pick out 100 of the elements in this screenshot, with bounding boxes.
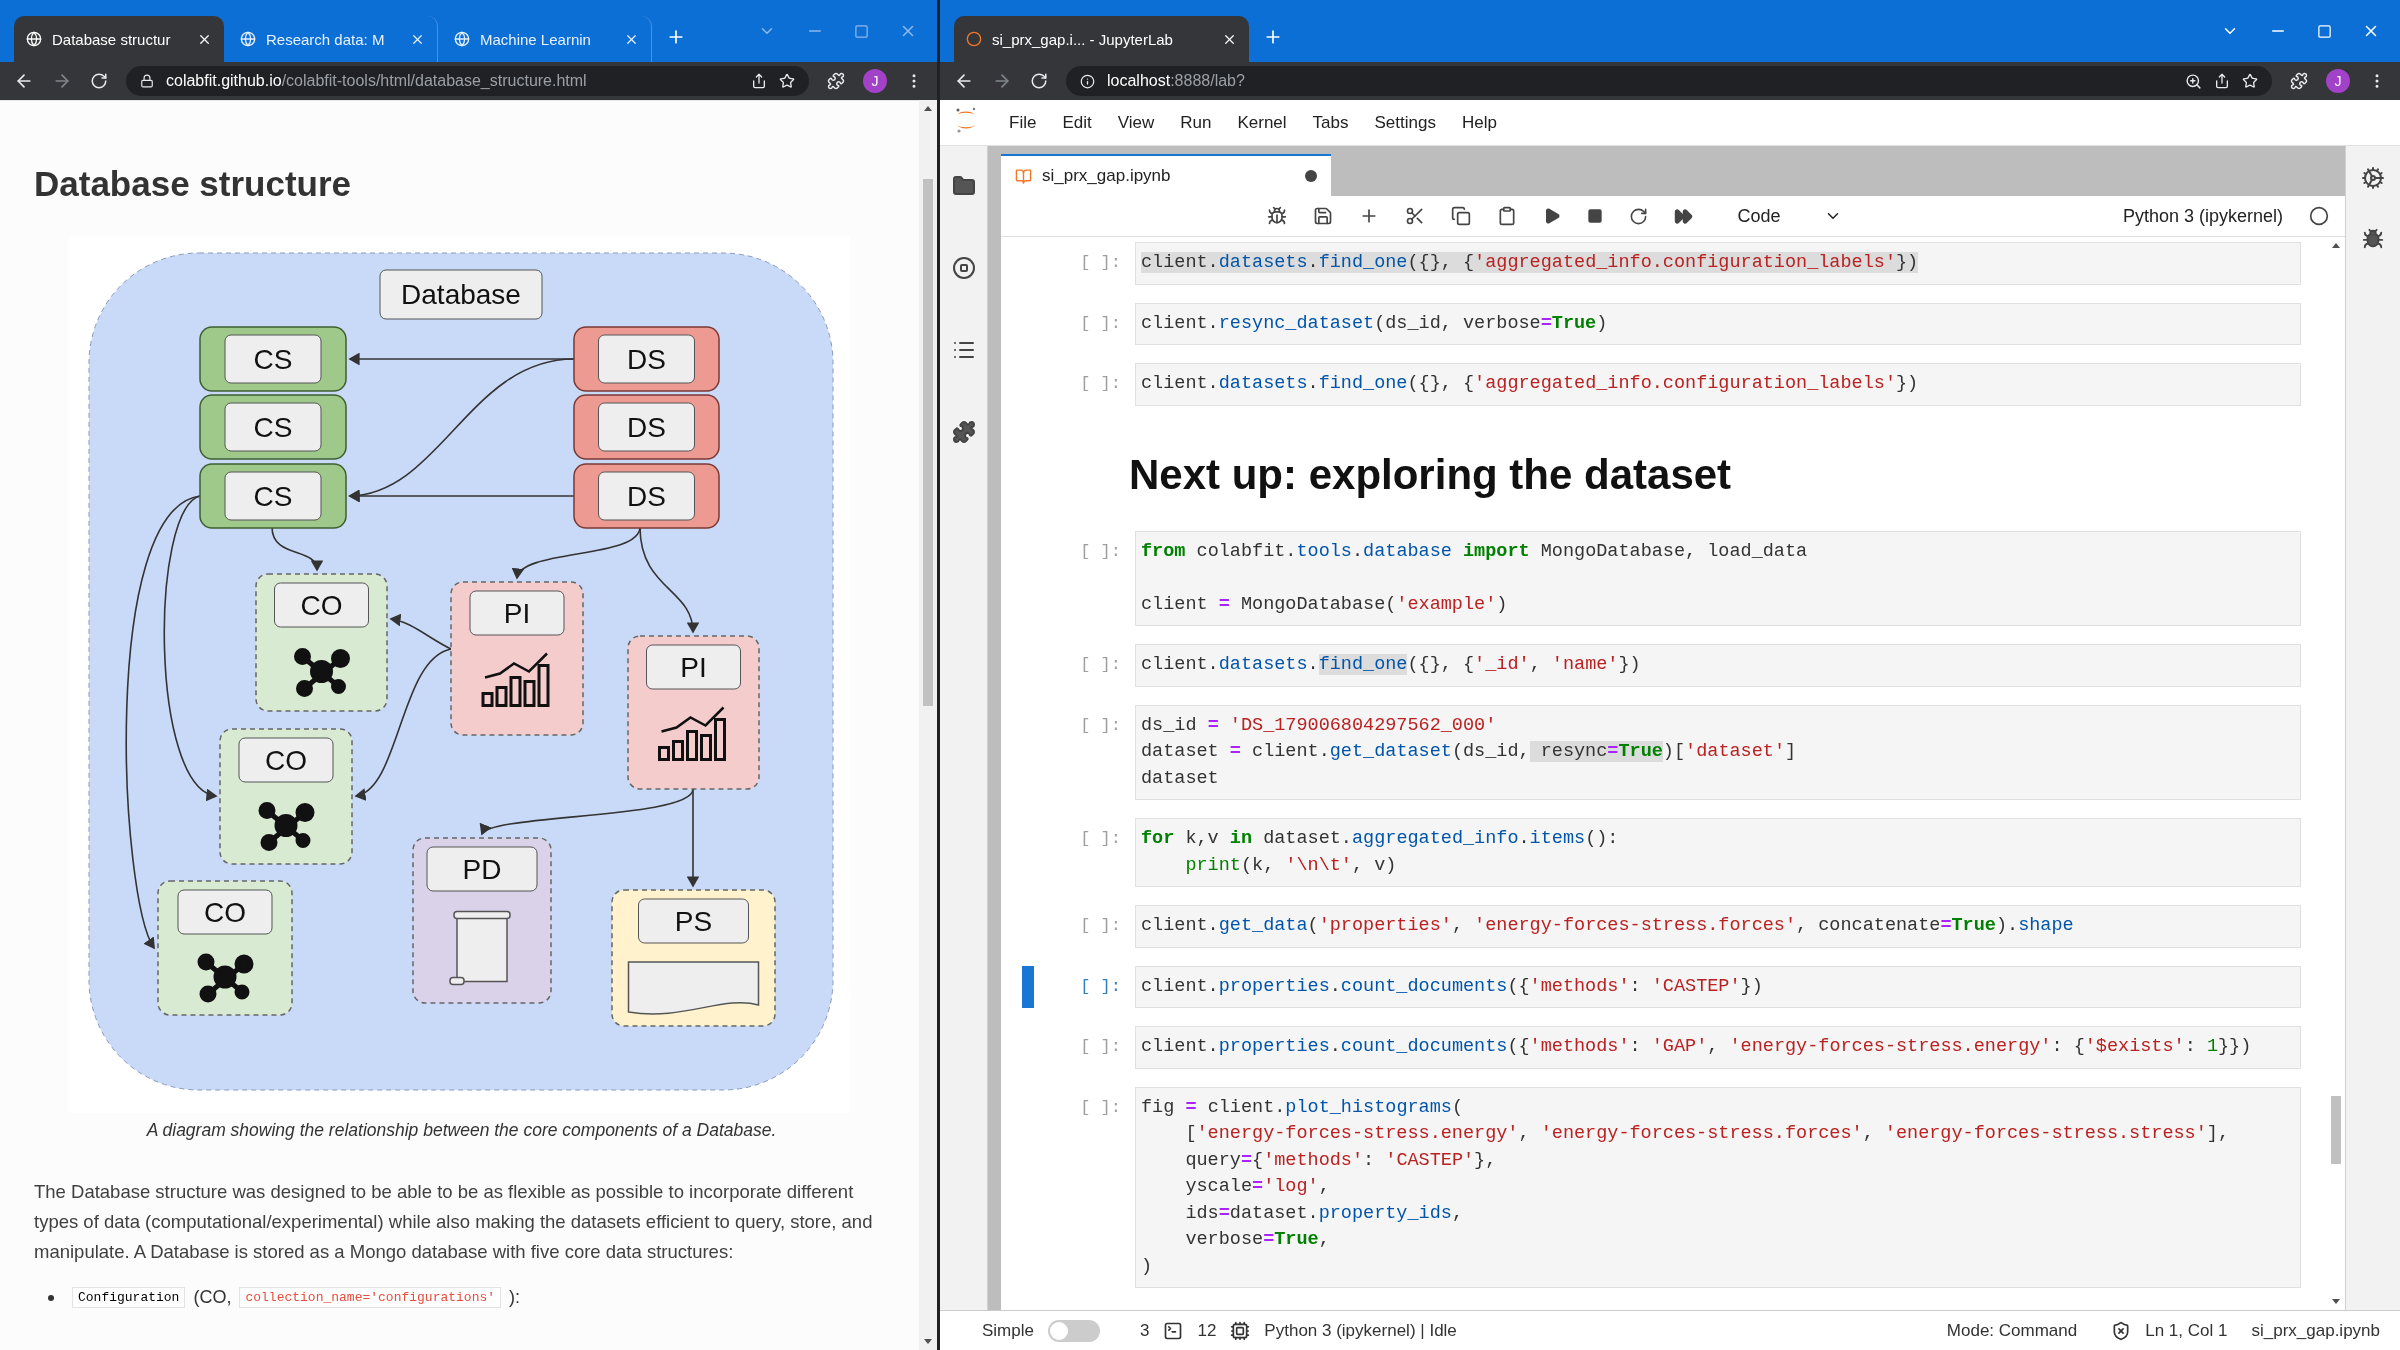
code-line: from colabfit.tools.database import MongoDatabase, load_data: [1141, 539, 1809, 564]
molecule-icon: [197, 953, 254, 1003]
code-line: verbose=True,: [1184, 1228, 1331, 1252]
menu-item[interactable]: View: [1106, 106, 1166, 139]
extensions-icon[interactable]: [827, 72, 845, 90]
node-label: CO: [238, 737, 334, 783]
stop-icon[interactable]: [1587, 208, 1604, 224]
bullet-text: ):: [509, 1287, 521, 1308]
cell-prompt: [ ]:: [1079, 654, 1122, 676]
menu-item[interactable]: Tabs: [1301, 106, 1360, 139]
address-bar[interactable]: colabfit.github.io/colabfit-tools/html/database_structure.html: [126, 66, 809, 96]
save-icon[interactable]: [1313, 206, 1334, 226]
code-cell[interactable]: client.datasets.find_one({}, {'aggregated_info.configuration_labels'}): [1135, 363, 2301, 406]
code-line: client.properties.count_documents({'methods': 'CASTEP'}): [1141, 974, 1764, 999]
code-line: dataset: [1141, 766, 1220, 791]
scrollbar-thumb[interactable]: [2331, 1096, 2341, 1164]
kernel-status[interactable]: Python 3 (ipykernel) | Idle: [1264, 1320, 1457, 1341]
paste-icon[interactable]: [1497, 206, 1518, 226]
simple-mode-toggle[interactable]: [1047, 1319, 1100, 1342]
node-label: DS: [598, 402, 695, 452]
code-line: for k,v in dataset.aggregated_info.items():: [1141, 827, 1620, 851]
code-line: client.get_data('properties', 'energy-forces-stress.forces', concatenate=True).shape: [1141, 914, 2075, 938]
terminal-icon[interactable]: [1163, 1320, 1184, 1341]
profile-avatar[interactable]: J: [2326, 69, 2350, 93]
shield-icon[interactable]: [2111, 1320, 2132, 1341]
code-cell[interactable]: client.resync_dataset(ds_id, verbose=True): [1135, 302, 2301, 345]
molecule-icon: [258, 802, 315, 851]
node-label: PD: [426, 846, 538, 892]
inline-code: collection_name='configurations': [239, 1287, 502, 1308]
menu-item[interactable]: Help: [1450, 106, 1508, 139]
fast-forward-icon[interactable]: [1674, 206, 1694, 226]
inline-code: Configuration: [72, 1287, 186, 1308]
menu-item[interactable]: Kernel: [1226, 106, 1298, 139]
scroll-down-icon[interactable]: [2332, 1299, 2340, 1304]
code-cell[interactable]: client.properties.count_documents({'methods': 'CASTEP'}): [1135, 965, 2301, 1008]
code-cell[interactable]: [1135, 1086, 2301, 1288]
copy-icon[interactable]: [1451, 206, 1472, 226]
share-icon[interactable]: [751, 73, 767, 89]
file-name: si_prx_gap.ipynb: [2251, 1320, 2380, 1341]
bookmark-star-icon[interactable]: [779, 73, 795, 89]
code-line: client.datasets.find_one({}, {'_id', 'name'}): [1141, 653, 1642, 677]
code-line: yscale='log',: [1184, 1175, 1331, 1199]
cell-prompt: [ ]:: [1079, 373, 1122, 395]
kernel-name[interactable]: Python 3 (ipykernel): [2122, 205, 2283, 227]
menu-item[interactable]: File: [998, 106, 1048, 139]
simple-mode-label: Simple: [982, 1320, 1034, 1341]
menu-item[interactable]: Edit: [1051, 106, 1103, 139]
reload-icon[interactable]: [90, 72, 108, 90]
profile-avatar[interactable]: J: [863, 69, 887, 93]
browser-tab[interactable]: si_prx_gap.i... - JupyterLab: [954, 16, 1249, 62]
code-line: fig = client.plot_histograms(: [1141, 1095, 1464, 1120]
node-label: DS: [598, 334, 695, 384]
run-icon[interactable]: [1543, 207, 1562, 225]
folder-icon[interactable]: [951, 174, 976, 198]
scrollbar-thumb[interactable]: [923, 179, 933, 706]
address-bar[interactable]: localhost:8888/lab?: [1066, 66, 2272, 96]
cell-prompt: [ ]:: [1079, 714, 1122, 737]
extension-icon[interactable]: [951, 420, 976, 444]
menu-item[interactable]: Run: [1169, 106, 1223, 139]
node-label: PI: [469, 590, 565, 636]
code-cell[interactable]: from colabfit.tools.database import MongoDatabase, load_data client = MongoDatabase('example'): [1135, 530, 2301, 626]
scroll-down-icon[interactable]: [924, 1339, 932, 1344]
chip-icon[interactable]: [1230, 1320, 1251, 1341]
cell-prompt: [ ]:: [1079, 828, 1122, 850]
code-line: client.properties.count_documents({'methods': 'GAP', 'energy-forces-stress.energy': {'$exists': 1}}): [1141, 1035, 2253, 1059]
code-cell[interactable]: client.datasets.find_one({}, {'_id', 'name'}): [1135, 644, 2301, 687]
code-cell[interactable]: client.properties.count_documents({'methods': 'GAP', 'energy-forces-stress.energy': {'$exists': 1}}): [1135, 1026, 2301, 1069]
node-label: PS: [638, 898, 749, 944]
cell-type-dropdown[interactable]: Code: [1731, 203, 1849, 229]
node-label: DS: [598, 471, 695, 521]
scroll-up-icon[interactable]: [2332, 243, 2340, 248]
bullet-text: (CO,: [193, 1287, 232, 1308]
code-cell[interactable]: for k,v in dataset.aggregated_info.items(): print(k, '\n\t', v): [1135, 818, 2301, 887]
node-label: CO: [274, 582, 369, 628]
bug-icon[interactable]: [2362, 228, 2384, 250]
zoom-icon[interactable]: [2185, 72, 2202, 90]
code-cell[interactable]: client.get_data('properties', 'energy-forces-stress.forces', concatenate=True).shape: [1135, 905, 2301, 948]
restart-icon[interactable]: [1629, 206, 1649, 226]
reload-icon[interactable]: [1030, 72, 1048, 90]
bug-icon[interactable]: [1267, 206, 1288, 226]
cell-prompt: [ ]:: [1079, 252, 1122, 274]
stop-circle-icon[interactable]: [951, 256, 976, 280]
code-cell[interactable]: client.datasets.find_one({}, {'aggregated_info.configuration_labels'}): [1135, 242, 2301, 285]
code-line: ids=dataset.property_ids,: [1184, 1201, 1464, 1226]
notebook-tab[interactable]: si_prx_gap.ipynb: [1001, 154, 1331, 196]
bar-chart-icon: [658, 706, 726, 761]
node-label: PI: [646, 644, 741, 690]
extensions-icon[interactable]: [2290, 72, 2308, 90]
code-cell[interactable]: ds_id = 'DS_179006804297562_000' dataset = client.get_dataset(ds_id, resync=True)['dataset'] dataset: [1135, 704, 2301, 800]
code-line: client.resync_dataset(ds_id, verbose=True): [1141, 311, 1609, 336]
code-line: query={'methods': 'CASTEP'},: [1184, 1148, 1498, 1173]
settings-icon[interactable]: [2361, 166, 2385, 190]
jupyter-logo-icon[interactable]: [954, 106, 978, 134]
mode-status: Mode: Command: [1946, 1320, 2078, 1341]
browser-tab[interactable]: Database structur: [14, 16, 224, 62]
bookmark-star-icon[interactable]: [2242, 73, 2258, 89]
menu-item[interactable]: Settings: [1363, 106, 1447, 139]
share-icon[interactable]: [2214, 73, 2230, 89]
scroll-up-icon[interactable]: [924, 106, 932, 111]
document-icon: [627, 961, 760, 1015]
